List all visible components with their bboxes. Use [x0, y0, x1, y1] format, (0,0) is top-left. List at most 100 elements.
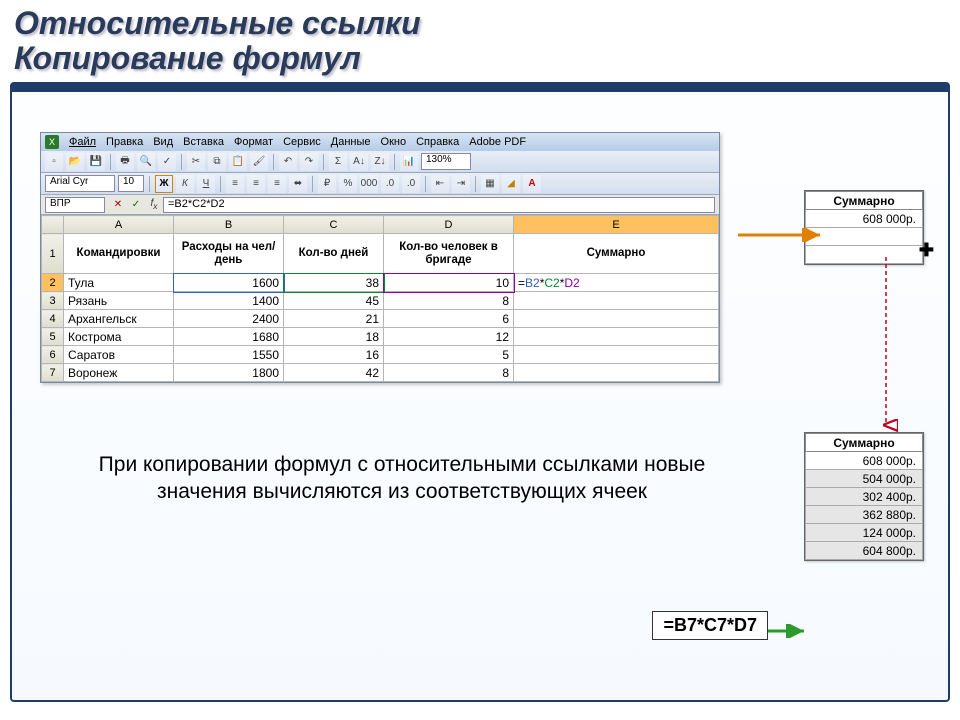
row-header-3[interactable]: 3 [42, 292, 64, 310]
cell-C5[interactable]: 18 [284, 328, 384, 346]
formula-input[interactable]: =B2*C2*D2 [163, 197, 715, 213]
cell-D5[interactable]: 12 [384, 328, 514, 346]
borders-icon[interactable]: ▦ [481, 175, 499, 193]
indent-dec-icon[interactable]: ⇤ [431, 175, 449, 193]
cell-D7[interactable]: 8 [384, 364, 514, 382]
menu-adobe[interactable]: Adobe PDF [469, 136, 526, 148]
cell-C7[interactable]: 42 [284, 364, 384, 382]
menu-insert[interactable]: Вставка [183, 136, 224, 148]
undo-icon[interactable]: ↶ [279, 153, 297, 171]
cell-E1[interactable]: Суммарно [514, 234, 719, 274]
cell-E6[interactable] [514, 346, 719, 364]
cut-icon[interactable]: ✂ [187, 153, 205, 171]
sort-asc-icon[interactable]: A↓ [350, 153, 368, 171]
enter-formula-icon[interactable]: ✓ [129, 198, 143, 212]
row-header-4[interactable]: 4 [42, 310, 64, 328]
menu-edit[interactable]: Правка [106, 136, 143, 148]
cell-A7[interactable]: Воронеж [64, 364, 174, 382]
row-header-2[interactable]: 2 [42, 274, 64, 292]
cancel-formula-icon[interactable]: ✕ [111, 198, 125, 212]
menu-file[interactable]: Файл [69, 136, 96, 148]
cell-C2[interactable]: 38 [284, 274, 384, 292]
redo-icon[interactable]: ↷ [300, 153, 318, 171]
open-icon[interactable]: 📂 [66, 153, 84, 171]
cell-E7[interactable] [514, 364, 719, 382]
preview-icon[interactable]: 🔍 [137, 153, 155, 171]
cell-B2[interactable]: 1600 [174, 274, 284, 292]
col-header-E[interactable]: E [514, 216, 719, 234]
col-header-A[interactable]: A [64, 216, 174, 234]
fill-color-icon[interactable]: ◢ [502, 175, 520, 193]
cell-A2[interactable]: Тула [64, 274, 174, 292]
cell-D2[interactable]: 10 [384, 274, 514, 292]
font-color-icon[interactable]: A [523, 175, 541, 193]
italic-button[interactable]: К [176, 175, 194, 193]
menu-tools[interactable]: Сервис [283, 136, 321, 148]
align-right-icon[interactable]: ≡ [268, 175, 286, 193]
row-header-5[interactable]: 5 [42, 328, 64, 346]
menu-window[interactable]: Окно [381, 136, 407, 148]
row-header-6[interactable]: 6 [42, 346, 64, 364]
cell-E3[interactable] [514, 292, 719, 310]
cell-B5[interactable]: 1680 [174, 328, 284, 346]
cell-E5[interactable] [514, 328, 719, 346]
cell-B3[interactable]: 1400 [174, 292, 284, 310]
chart-icon[interactable]: 📊 [400, 153, 418, 171]
cell-A1[interactable]: Командировки [64, 234, 174, 274]
copy-icon[interactable]: ⧉ [208, 153, 226, 171]
cell-D3[interactable]: 8 [384, 292, 514, 310]
font-name-input[interactable]: Arial Cyr [45, 175, 115, 192]
spreadsheet-grid[interactable]: A B C D E 1 Командировки Расходы на чел/… [41, 215, 719, 382]
cell-A4[interactable]: Архангельск [64, 310, 174, 328]
spellcheck-icon[interactable]: ✓ [158, 153, 176, 171]
align-left-icon[interactable]: ≡ [226, 175, 244, 193]
cell-A6[interactable]: Саратов [64, 346, 174, 364]
select-all-corner[interactable] [42, 216, 64, 234]
cell-B7[interactable]: 1800 [174, 364, 284, 382]
col-header-C[interactable]: C [284, 216, 384, 234]
cell-D6[interactable]: 5 [384, 346, 514, 364]
print-icon[interactable]: 🖶 [116, 153, 134, 171]
fx-icon[interactable]: fx [147, 198, 161, 212]
save-icon[interactable]: 💾 [87, 153, 105, 171]
new-icon[interactable]: ▫ [45, 153, 63, 171]
sort-desc-icon[interactable]: Z↓ [371, 153, 389, 171]
thousand-icon[interactable]: 000 [360, 175, 378, 193]
underline-button[interactable]: Ч [197, 175, 215, 193]
cell-A3[interactable]: Рязань [64, 292, 174, 310]
menu-data[interactable]: Данные [331, 136, 371, 148]
row-header-1[interactable]: 1 [42, 234, 64, 274]
cell-C6[interactable]: 16 [284, 346, 384, 364]
col-header-D[interactable]: D [384, 216, 514, 234]
cell-C1[interactable]: Кол-во дней [284, 234, 384, 274]
cell-C4[interactable]: 21 [284, 310, 384, 328]
cell-C3[interactable]: 45 [284, 292, 384, 310]
percent-icon[interactable]: % [339, 175, 357, 193]
merge-icon[interactable]: ⬌ [289, 175, 307, 193]
menu-format[interactable]: Формат [234, 136, 273, 148]
cell-D4[interactable]: 6 [384, 310, 514, 328]
zoom-input[interactable]: 130% [421, 153, 471, 170]
col-header-B[interactable]: B [174, 216, 284, 234]
cell-B4[interactable]: 2400 [174, 310, 284, 328]
cell-A5[interactable]: Кострома [64, 328, 174, 346]
autosum-icon[interactable]: Σ [329, 153, 347, 171]
name-box[interactable]: ВПР [45, 197, 105, 213]
inc-decimal-icon[interactable]: .0 [381, 175, 399, 193]
cell-E4[interactable] [514, 310, 719, 328]
indent-inc-icon[interactable]: ⇥ [452, 175, 470, 193]
cell-D1[interactable]: Кол-во человек в бригаде [384, 234, 514, 274]
cell-B6[interactable]: 1550 [174, 346, 284, 364]
bold-button[interactable]: Ж [155, 175, 173, 193]
cell-B1[interactable]: Расходы на чел/день [174, 234, 284, 274]
row-header-7[interactable]: 7 [42, 364, 64, 382]
dec-decimal-icon[interactable]: .0 [402, 175, 420, 193]
menu-view[interactable]: Вид [153, 136, 173, 148]
align-center-icon[interactable]: ≡ [247, 175, 265, 193]
format-painter-icon[interactable]: 🖌 [250, 153, 268, 171]
paste-icon[interactable]: 📋 [229, 153, 247, 171]
currency-icon[interactable]: ₽ [318, 175, 336, 193]
cell-E2[interactable]: =B2*C2*D2 [514, 274, 719, 292]
menu-help[interactable]: Справка [416, 136, 459, 148]
font-size-input[interactable]: 10 [118, 175, 144, 192]
